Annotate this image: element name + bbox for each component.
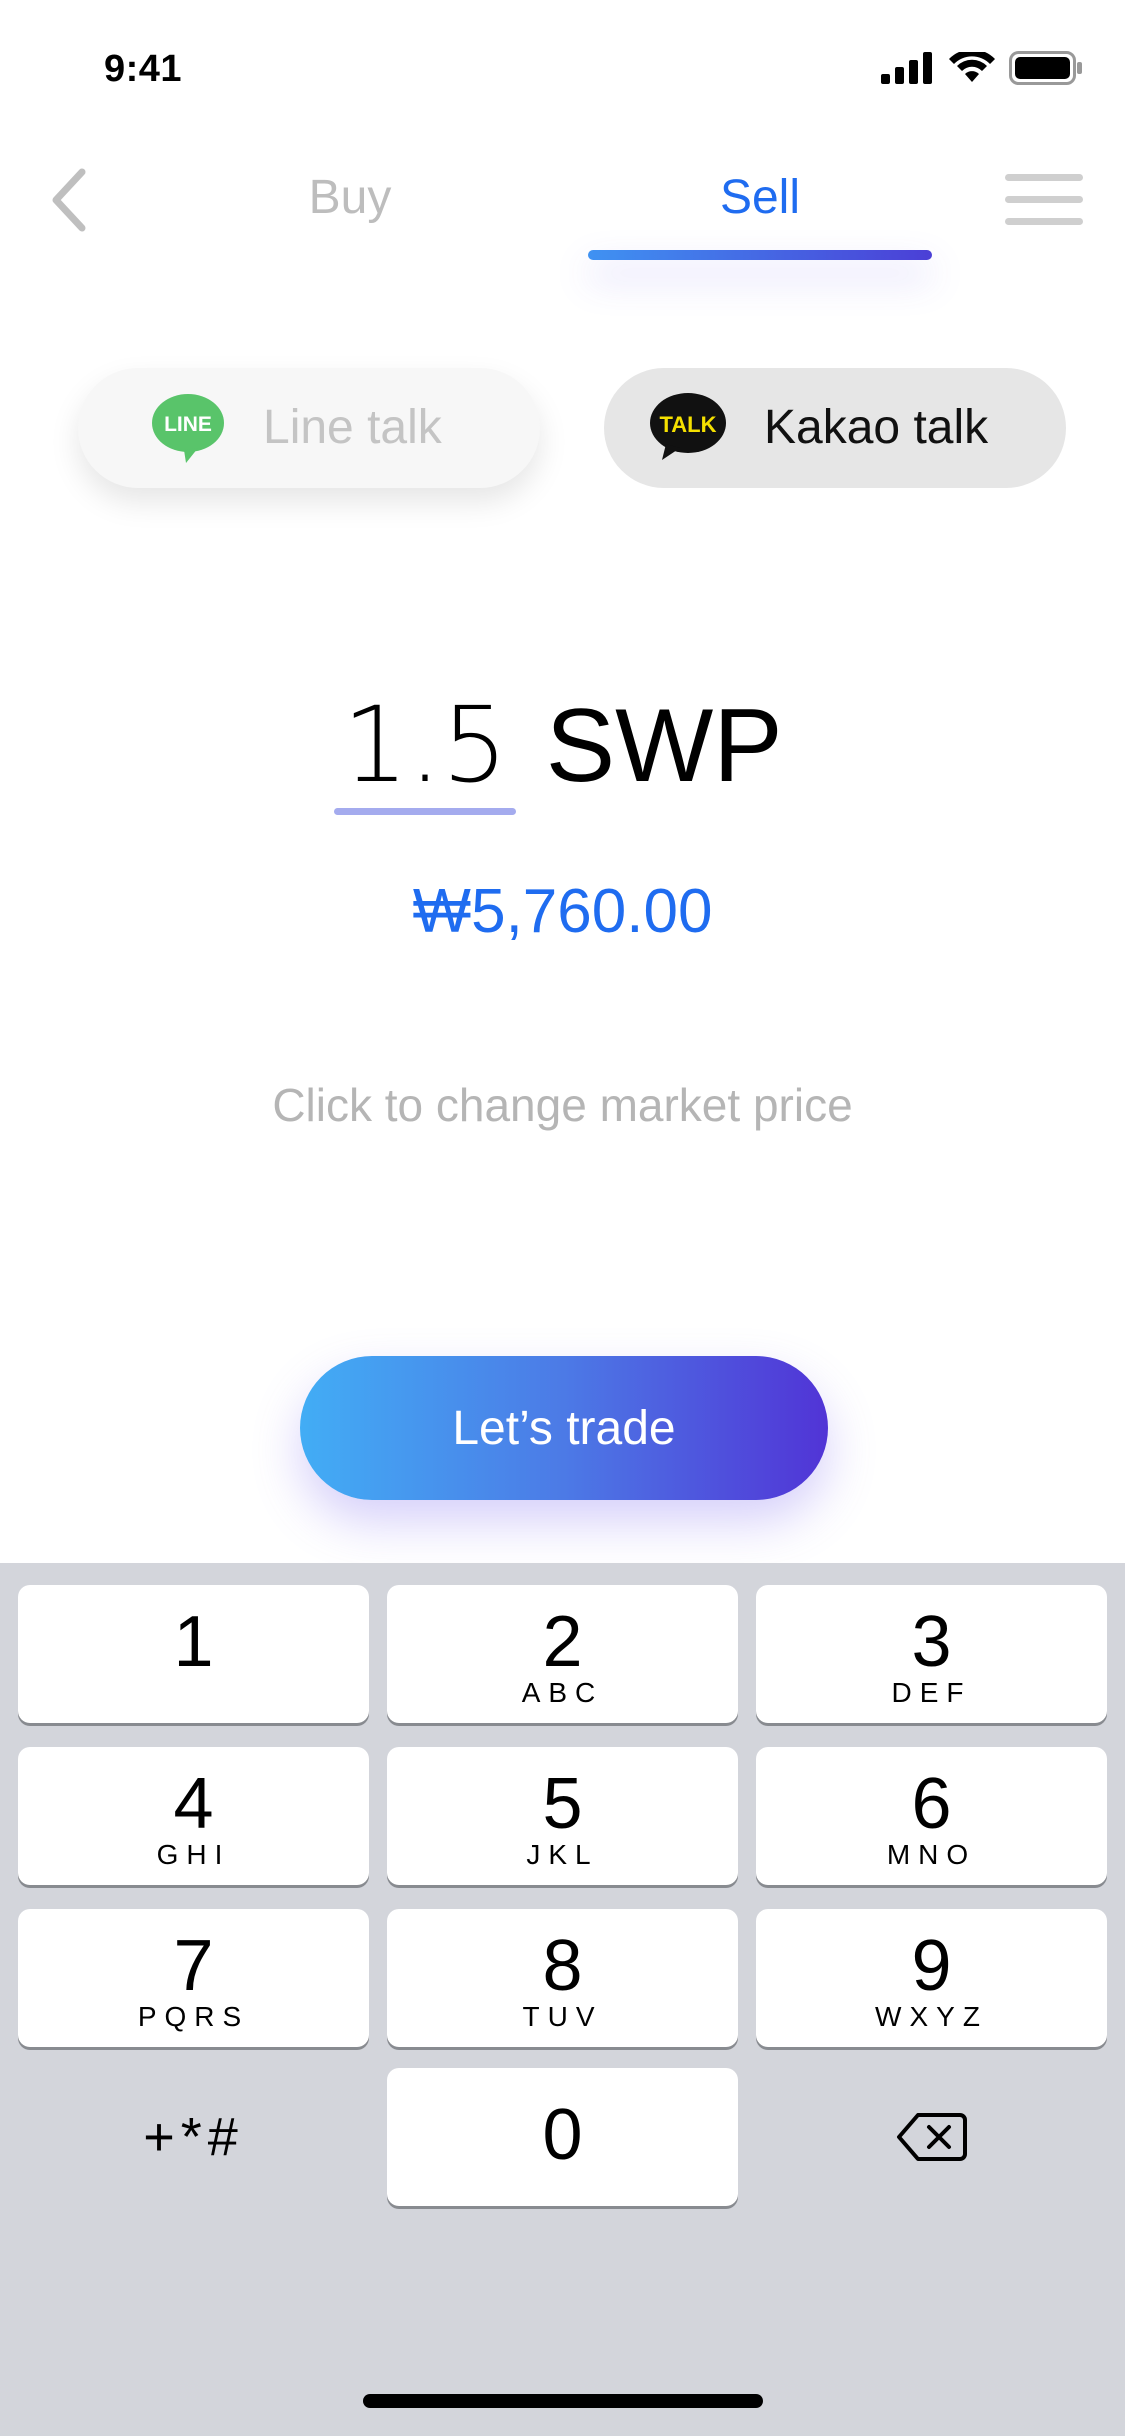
amount-unit: SWP bbox=[545, 688, 783, 804]
key-delete[interactable] bbox=[756, 2068, 1107, 2206]
numeric-keypad: 1 2 ABC 3 DEF 4 GHI 5 JKL 6 MNO 7 PQRS 8… bbox=[0, 1563, 1125, 2436]
line-talk-option[interactable]: LINE Line talk bbox=[78, 368, 540, 488]
backspace-icon bbox=[896, 2113, 967, 2161]
kakao-talk-option[interactable]: TALK Kakao talk bbox=[604, 368, 1066, 488]
back-button[interactable] bbox=[40, 160, 96, 240]
fiat-value: ₩5,760.00 bbox=[412, 877, 713, 946]
amount-value-text: 1.5 bbox=[342, 684, 508, 806]
amount-display[interactable]: 1.5 SWP bbox=[0, 684, 1125, 815]
line-talk-label: Line talk bbox=[263, 401, 442, 454]
wifi-icon bbox=[949, 52, 995, 82]
key-5[interactable]: 5 JKL bbox=[387, 1747, 738, 1885]
amount-value[interactable]: 1.5 bbox=[334, 684, 516, 815]
menu-button[interactable] bbox=[1005, 168, 1085, 232]
tab-buy[interactable]: Buy bbox=[250, 168, 450, 228]
key-symbols[interactable]: +*# bbox=[18, 2068, 369, 2206]
battery-icon bbox=[1009, 51, 1082, 85]
key-8[interactable]: 8 TUV bbox=[387, 1909, 738, 2047]
change-market-price-link[interactable]: Click to change market price bbox=[0, 1075, 1125, 1135]
status-time: 9:41 bbox=[104, 48, 183, 90]
key-0[interactable]: 0 bbox=[387, 2068, 738, 2206]
tab-sell[interactable]: Sell bbox=[660, 168, 860, 228]
line-icon: LINE bbox=[152, 394, 224, 463]
key-9[interactable]: 9 WXYZ bbox=[756, 1909, 1107, 2047]
key-2[interactable]: 2 ABC bbox=[387, 1585, 738, 1723]
key-1[interactable]: 1 bbox=[18, 1585, 369, 1723]
signal-icon bbox=[881, 52, 932, 84]
lets-trade-button[interactable]: Let’s trade bbox=[300, 1356, 828, 1500]
chevron-left-icon bbox=[52, 168, 86, 232]
amount-input-underline bbox=[334, 808, 516, 815]
status-icons bbox=[881, 51, 1083, 85]
key-6[interactable]: 6 MNO bbox=[756, 1747, 1107, 1885]
kakao-talk-label: Kakao talk bbox=[764, 401, 989, 454]
menu-icon bbox=[1005, 174, 1083, 181]
home-indicator bbox=[363, 2394, 763, 2408]
active-tab-indicator bbox=[588, 250, 932, 260]
svg-text:LINE: LINE bbox=[164, 413, 212, 436]
svg-text:TALK: TALK bbox=[659, 412, 716, 437]
symbols-label: +*# bbox=[143, 2107, 244, 2167]
key-7[interactable]: 7 PQRS bbox=[18, 1909, 369, 2047]
key-4[interactable]: 4 GHI bbox=[18, 1747, 369, 1885]
key-3[interactable]: 3 DEF bbox=[756, 1585, 1107, 1723]
kakao-talk-icon: TALK bbox=[650, 393, 726, 460]
